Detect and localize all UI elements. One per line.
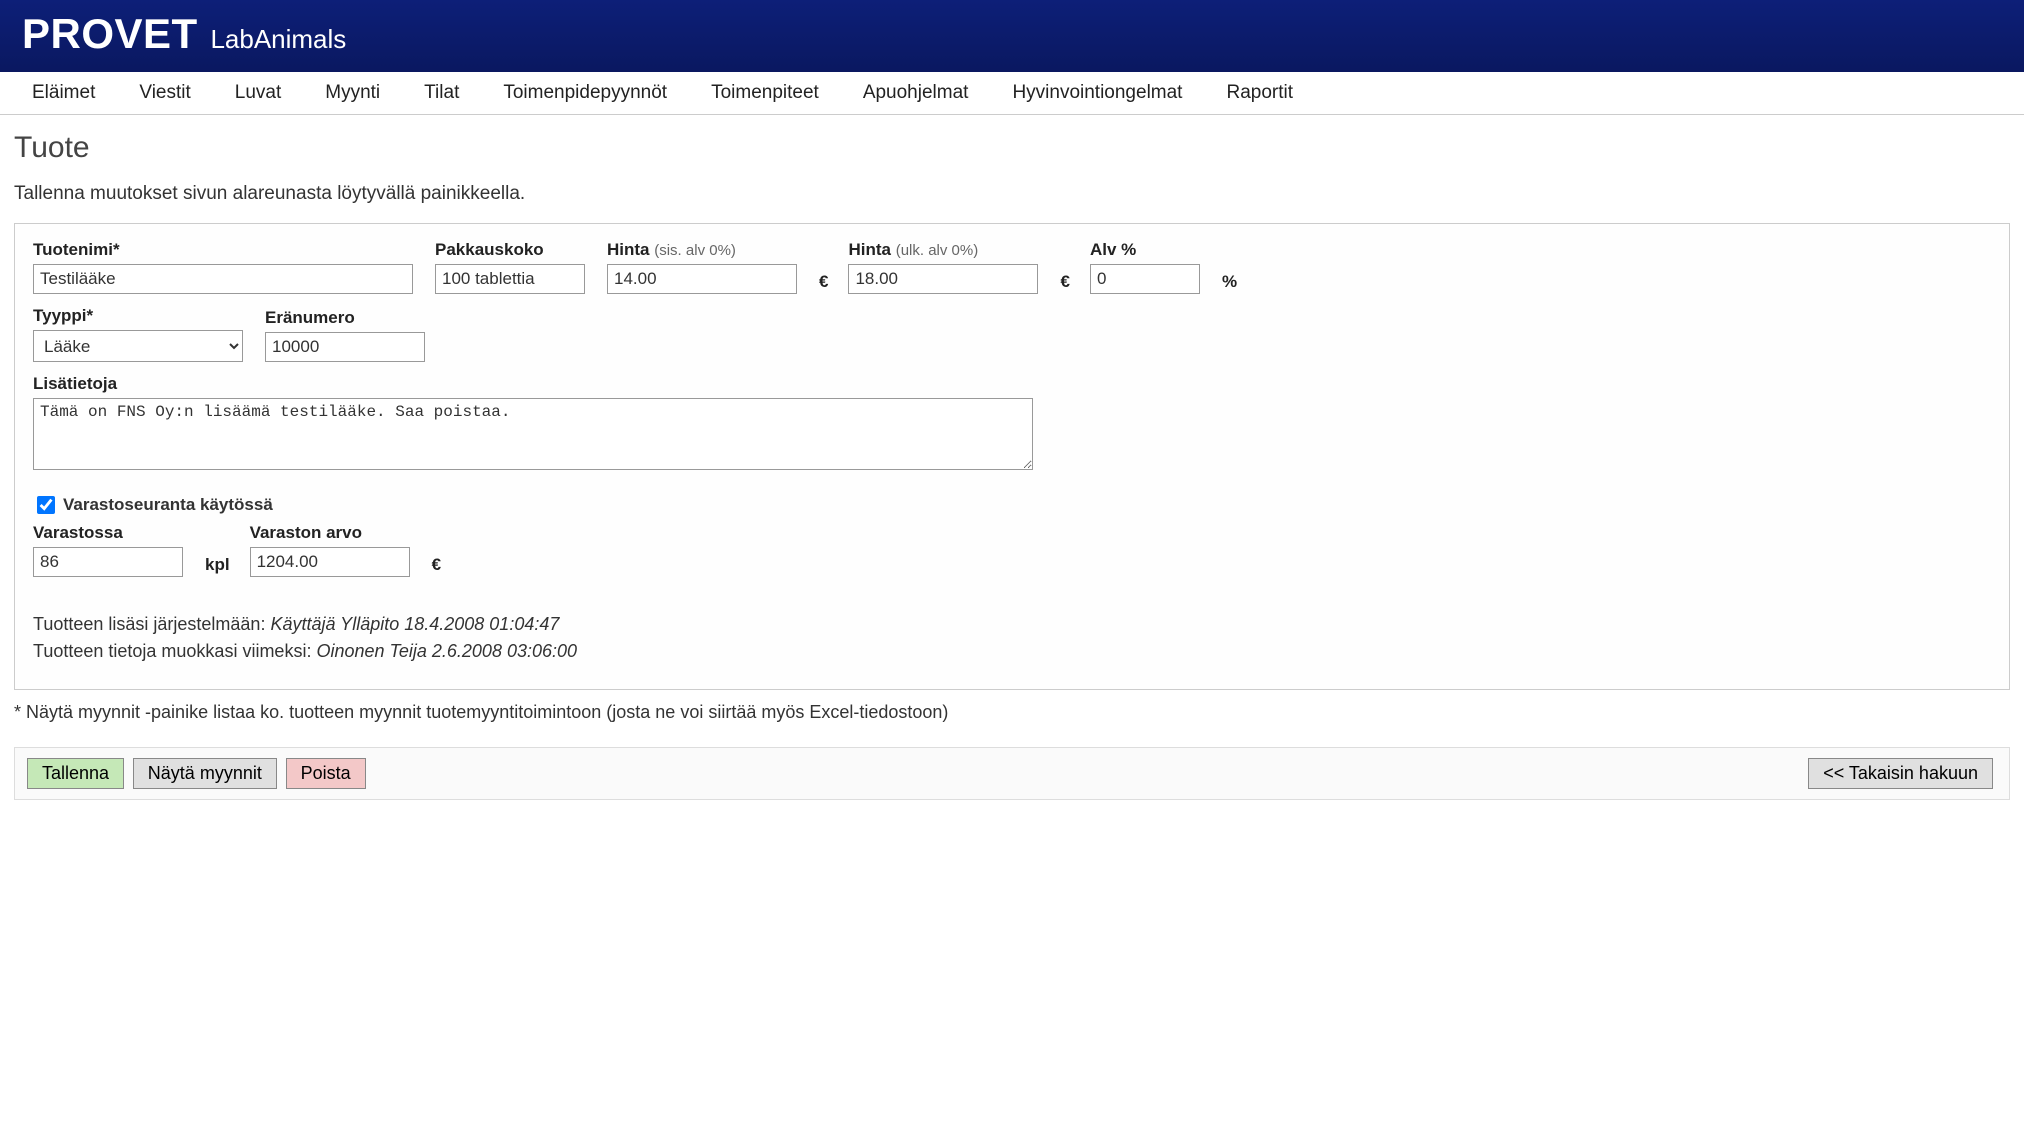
textarea-lisatiedot[interactable] [33,398,1033,470]
meta-added-label: Tuotteen lisäsi järjestelmään: [33,614,265,634]
brand-sub: LabAnimals [210,24,346,54]
input-tuotenimi[interactable] [33,264,413,294]
label-pakkauskoko: Pakkauskoko [435,240,585,260]
label-tuotenimi: Tuotenimi* [33,240,413,260]
meta-modified-label: Tuotteen tietoja muokkasi viimeksi: [33,641,311,661]
label-varastoseuranta: Varastoseuranta käytössä [63,495,273,515]
footnote: * Näytä myynnit -painike listaa ko. tuot… [14,702,2010,723]
menu-raportit[interactable]: Raportit [1204,72,1315,114]
unit-euro-3: € [432,555,441,585]
input-hinta-sis[interactable] [607,264,797,294]
input-alv[interactable] [1090,264,1200,294]
label-alv: Alv % [1090,240,1200,260]
action-bar: Tallenna Näytä myynnit Poista << Takaisi… [14,747,2010,800]
unit-euro-2: € [1060,272,1069,302]
input-eranumero[interactable] [265,332,425,362]
input-varastossa[interactable] [33,547,183,577]
menu-elaimet[interactable]: Eläimet [10,72,117,114]
input-varaston-arvo [250,547,410,577]
menu-tilat[interactable]: Tilat [402,72,481,114]
checkbox-varastoseuranta[interactable] [37,496,55,514]
label-eranumero: Eränumero [265,308,425,328]
menu-apuohjelmat[interactable]: Apuohjelmat [841,72,991,114]
unit-kpl: kpl [205,555,230,585]
menu-hyvinvointiongelmat[interactable]: Hyvinvointiongelmat [990,72,1204,114]
page-title: Tuote [14,131,2010,165]
save-button[interactable]: Tallenna [27,758,124,789]
app-header: PROVET LabAnimals [0,0,2024,72]
delete-button[interactable]: Poista [286,758,366,789]
input-hinta-ulk[interactable] [848,264,1038,294]
page-subtitle: Tallenna muutokset sivun alareunasta löy… [14,183,2010,205]
menubar: Eläimet Viestit Luvat Myynti Tilat Toime… [0,72,2024,115]
unit-pct: % [1222,272,1237,302]
menu-toimenpidepyynnot[interactable]: Toimenpidepyynnöt [481,72,689,114]
menu-luvat[interactable]: Luvat [213,72,303,114]
meta-modified-value: Oinonen Teija 2.6.2008 03:06:00 [316,641,577,661]
label-varastossa: Varastossa [33,523,183,543]
menu-toimenpiteet[interactable]: Toimenpiteet [689,72,841,114]
label-lisatiedot: Lisätietoja [33,374,1991,394]
meta-added-value: Käyttäjä Ylläpito 18.4.2008 01:04:47 [270,614,559,634]
input-pakkauskoko[interactable] [435,264,585,294]
show-sales-button[interactable]: Näytä myynnit [133,758,277,789]
label-hinta-ulk: Hinta (ulk. alv 0%) [848,240,1038,260]
back-button[interactable]: << Takaisin hakuun [1808,758,1993,789]
product-form: Tuotenimi* Pakkauskoko Hinta (sis. alv 0… [14,223,2010,690]
meta-block: Tuotteen lisäsi järjestelmään: Käyttäjä … [33,611,1991,665]
unit-euro-1: € [819,272,828,302]
label-tyyppi: Tyyppi* [33,306,243,326]
label-varaston-arvo: Varaston arvo [250,523,410,543]
menu-viestit[interactable]: Viestit [117,72,212,114]
brand-main: PROVET [22,10,198,58]
label-hinta-sis: Hinta (sis. alv 0%) [607,240,797,260]
select-tyyppi[interactable]: Lääke [33,330,243,362]
menu-myynti[interactable]: Myynti [303,72,402,114]
